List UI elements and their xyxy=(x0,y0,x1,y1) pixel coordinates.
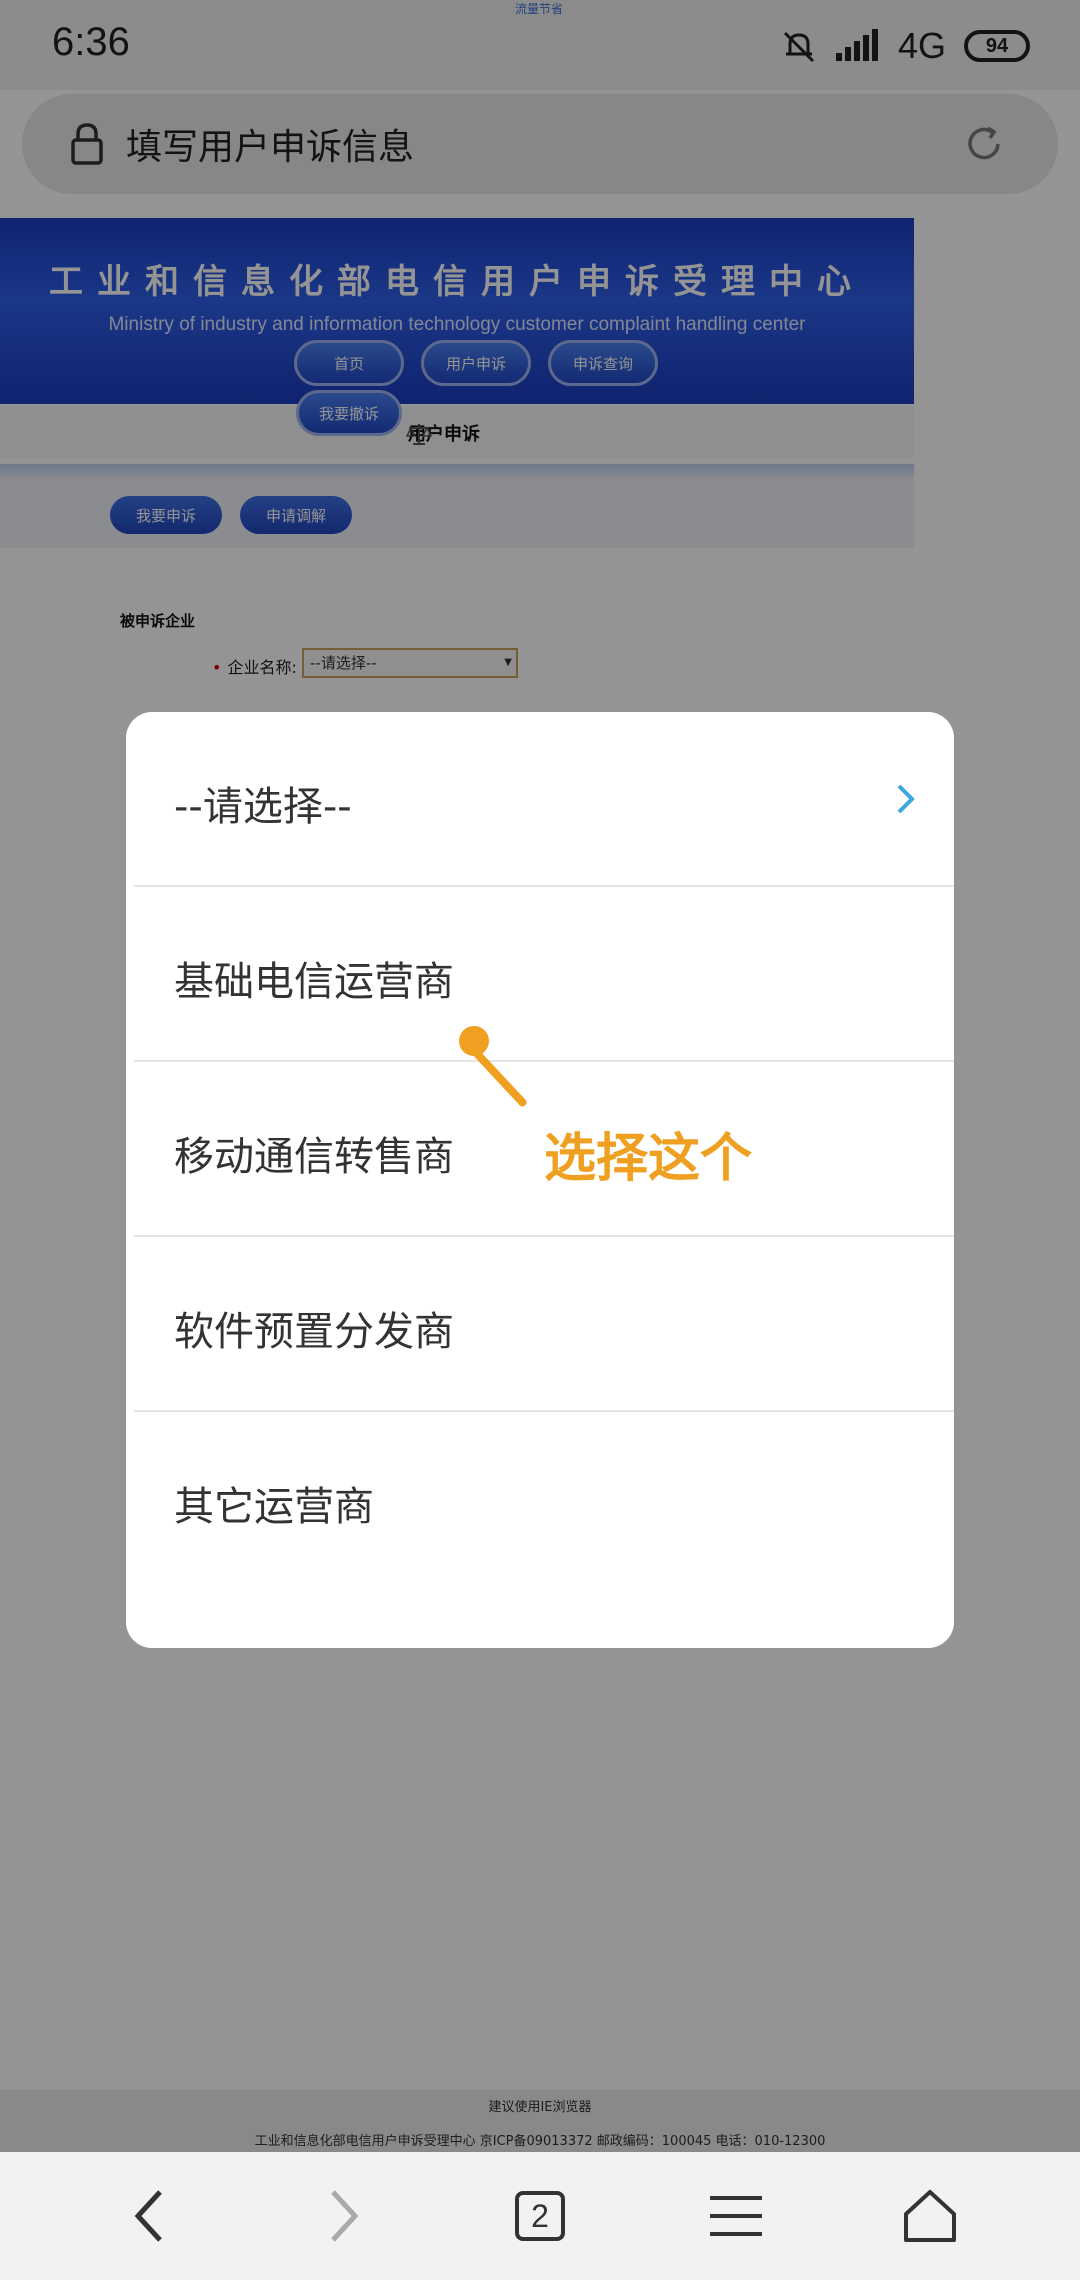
option-label: 软件预置分发商 xyxy=(174,1309,454,1355)
forward-arrow-icon xyxy=(331,2190,359,2242)
home-icon xyxy=(904,2190,956,2242)
home-button[interactable] xyxy=(894,2180,966,2252)
back-arrow-icon xyxy=(134,2190,162,2242)
option-preinstalled-software[interactable]: 软件预置分发商 xyxy=(134,1237,954,1412)
option-label: --请选择-- xyxy=(174,784,352,830)
forward-button[interactable] xyxy=(307,2180,379,2252)
tabs-count: 2 xyxy=(515,2191,565,2241)
back-button[interactable] xyxy=(114,2180,186,2252)
option-please-select[interactable]: --请选择-- xyxy=(134,712,954,887)
annotation-text: 选择这个 xyxy=(544,1129,753,1189)
menu-icon xyxy=(710,2196,762,2236)
option-other-operator[interactable]: 其它运营商 xyxy=(134,1412,954,1587)
option-basic-telecom[interactable]: 基础电信运营商 xyxy=(134,887,954,1062)
browser-bottom-nav: 2 xyxy=(0,2152,1080,2280)
option-label: 其它运营商 xyxy=(174,1484,374,1530)
menu-button[interactable] xyxy=(700,2180,772,2252)
chevron-right-icon xyxy=(897,784,915,814)
select-options-dialog: --请选择-- 基础电信运营商 移动通信转售商 软件预置分发商 其它运营商 xyxy=(126,712,954,1648)
option-label: 基础电信运营商 xyxy=(174,959,454,1005)
option-label: 移动通信转售商 xyxy=(174,1134,454,1180)
tabs-button[interactable]: 2 xyxy=(504,2180,576,2252)
